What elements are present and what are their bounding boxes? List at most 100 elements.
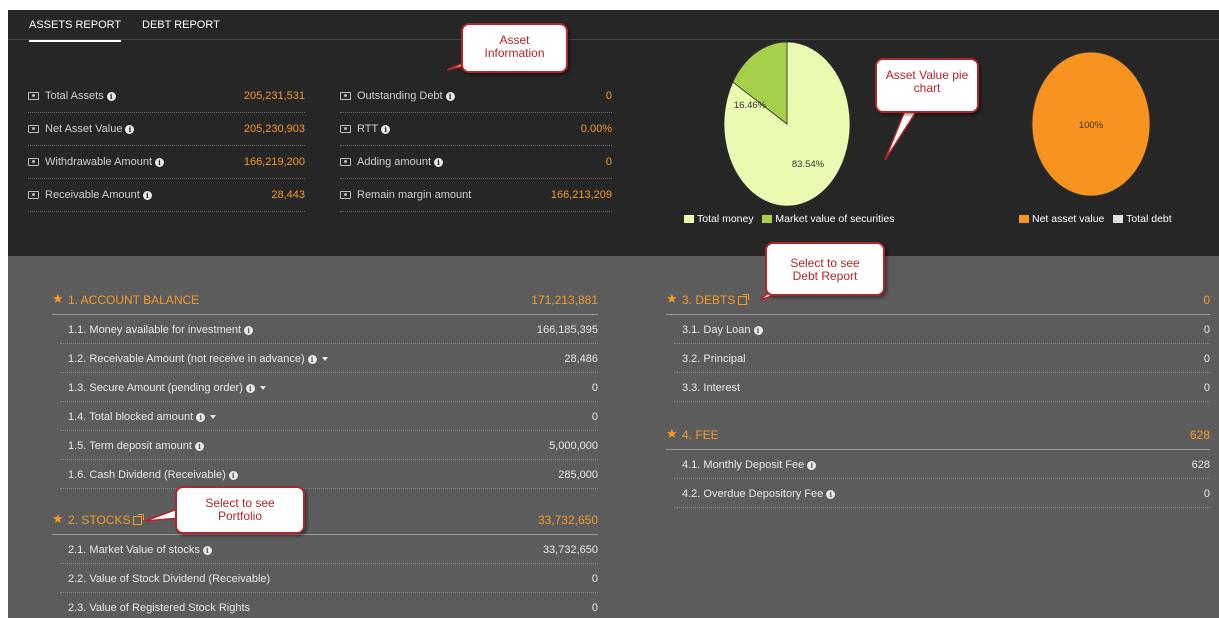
section-title: 4. FEE	[682, 428, 719, 442]
asset-info-left: Total Assets i 205,231,531 Net Asset Value i…	[28, 80, 305, 212]
row-value: 628	[1191, 459, 1210, 471]
info-icon[interactable]: i	[245, 384, 255, 393]
info-label: Total Assets	[45, 90, 104, 102]
row-label-wrap: 1.4. Total blocked amount i	[68, 411, 217, 423]
money-card-icon	[340, 191, 351, 199]
row-label: 2.3. Value of Registered Stock Rights	[68, 602, 251, 614]
caret-down-icon[interactable]	[321, 357, 328, 361]
info-label-wrap: Outstanding Debt i	[340, 90, 455, 102]
info-icon[interactable]: i	[307, 355, 317, 364]
report-tabs: ASSETS REPORT DEBT REPORT	[8, 10, 1219, 42]
row-label: 1.6. Cash Dividend (Receivable)	[68, 469, 226, 481]
row-label-wrap: 2.3. Value of Registered Stock Rights	[68, 602, 250, 614]
row-2-1-market-value-of-stocks: 2.1. Market Value of stocks i 33,732,650	[60, 535, 598, 564]
external-link-icon[interactable]	[738, 294, 750, 305]
info-icon[interactable]: i	[434, 158, 443, 167]
section-title[interactable]: 2. STOCKS	[68, 513, 145, 527]
info-icon[interactable]: i	[826, 490, 836, 499]
info-icon[interactable]: i	[445, 92, 455, 101]
info-row-withdrawable-amount: Withdrawable Amount i 166,219,200	[28, 146, 305, 179]
asset-info-right: Outstanding Debt i 0 RTT i 0.00% Adding amount…	[340, 80, 612, 212]
info-label: Receivable Amount	[45, 189, 140, 201]
info-label: Withdrawable Amount	[45, 156, 152, 168]
row-label: 4.1. Monthly Deposit Fee	[682, 459, 805, 471]
row-label: 4.2. Overdue Depository Fee	[682, 488, 824, 500]
row-label-wrap: 1.3. Secure Amount (pending order) i	[68, 382, 266, 394]
external-link-icon[interactable]	[133, 514, 145, 525]
info-label-wrap: Total Assets i	[28, 90, 116, 102]
section-total: 171,213,881	[531, 293, 598, 307]
pie-label-market-value-of-securities: 16.46%	[734, 100, 767, 111]
callout-portfolio: Select to see Portfolio	[175, 486, 305, 534]
section-header-account_balance: ★ 1. ACCOUNT BALANCE 171,213,881	[52, 285, 598, 315]
section-title: 1. ACCOUNT BALANCE	[68, 293, 199, 307]
row-label-wrap: 4.1. Monthly Deposit Fee i	[682, 459, 817, 471]
money-card-icon	[340, 158, 351, 166]
section-title-text: 1. ACCOUNT BALANCE	[68, 293, 200, 307]
row-value: 0	[1203, 488, 1210, 500]
caret-down-icon[interactable]	[259, 386, 266, 390]
info-icon[interactable]: i	[228, 471, 238, 480]
info-icon[interactable]: i	[106, 92, 116, 101]
section-title[interactable]: 3. DEBTS	[682, 293, 750, 307]
row-label-wrap: 1.2. Receivable Amount (not receive in a…	[68, 353, 328, 365]
section-title-text: 4. FEE	[682, 428, 719, 442]
row-1-2-receivable-amount-not-receive-in-advance: 1.2. Receivable Amount (not receive in a…	[60, 344, 598, 373]
star-icon: ★	[52, 511, 64, 526]
caret-down-icon[interactable]	[210, 415, 217, 419]
callout-portfolio-text: Select to see Portfolio	[205, 496, 275, 523]
legend-swatch-total-debt	[1113, 215, 1124, 223]
info-icon[interactable]: i	[753, 326, 763, 335]
row-value: 0	[591, 573, 598, 585]
info-label: Adding amount	[357, 156, 431, 168]
info-icon[interactable]: i	[196, 413, 206, 422]
tab-assets-report[interactable]: ASSETS REPORT	[29, 19, 122, 42]
info-label: RTT	[357, 123, 379, 135]
row-label-wrap: 3.2. Principal	[682, 353, 746, 365]
row-value: 0	[591, 382, 598, 394]
row-label: 2.1. Market Value of stocks	[68, 544, 200, 556]
info-label-wrap: Withdrawable Amount i	[28, 156, 164, 168]
info-icon[interactable]: i	[807, 461, 817, 470]
info-icon[interactable]: i	[155, 158, 164, 167]
section-title-text: 3. DEBTS	[682, 293, 736, 307]
row-label-wrap: 1.5. Term deposit amount i	[68, 440, 204, 452]
nav-pie-chart: 100%	[1031, 51, 1151, 199]
row-2-3-value-of-registered-stock-rights: 2.3. Value of Registered Stock Rights 0	[60, 593, 598, 618]
info-label-wrap: Remain margin amount	[340, 189, 471, 201]
info-icon[interactable]: i	[125, 125, 135, 134]
row-label-wrap: 1.6. Cash Dividend (Receivable) i	[68, 469, 238, 481]
info-value: 205,230,903	[243, 123, 305, 135]
money-card-icon	[28, 125, 39, 133]
info-icon[interactable]: i	[202, 546, 212, 555]
info-icon[interactable]: i	[194, 442, 204, 451]
info-icon[interactable]: i	[142, 191, 152, 200]
row-label: 1.2. Receivable Amount (not receive in a…	[68, 353, 305, 365]
asset-pie-svg: 83.54% 16.46%	[723, 41, 851, 207]
tab-debt-report[interactable]: DEBT REPORT	[142, 19, 220, 31]
info-value: 0	[605, 90, 612, 102]
row-1-5-term-deposit-amount: 1.5. Term deposit amount i 5,000,000	[60, 431, 598, 460]
section-fee: ★ 4. FEE 628 4.1. Monthly Deposit Fee i 628 4.…	[666, 420, 1210, 508]
info-icon[interactable]: i	[381, 125, 391, 134]
row-label: 3.3. Interest	[682, 382, 741, 394]
section-header-fee: ★ 4. FEE 628	[666, 420, 1210, 450]
row-value: 0	[1203, 324, 1210, 336]
section-header-stocks[interactable]: ★ 2. STOCKS 33,732,650	[52, 505, 598, 535]
info-label-wrap: Adding amount i	[340, 156, 443, 168]
row-value: 0	[591, 602, 598, 614]
callout-asset-information: Asset Information	[461, 23, 568, 73]
asset-pie-chart: 83.54% 16.46%	[717, 41, 857, 209]
section-header-debts[interactable]: ★ 3. DEBTS 0	[666, 285, 1210, 315]
legend-market-value: Market value of securities	[775, 213, 895, 225]
row-value: 0	[591, 411, 598, 423]
info-row-receivable-amount: Receivable Amount i 28,443	[28, 179, 305, 212]
row-label: 2.2. Value of Stock Dividend (Receivable…	[68, 573, 271, 585]
info-label-wrap: RTT i	[340, 123, 391, 135]
row-label-wrap: 2.2. Value of Stock Dividend (Receivable…	[68, 573, 270, 585]
money-card-icon	[28, 158, 39, 166]
row-4-1-monthly-deposit-fee: 4.1. Monthly Deposit Fee i 628	[674, 450, 1210, 479]
info-value: 0	[605, 156, 612, 168]
info-icon[interactable]: i	[244, 326, 254, 335]
row-label: 3.2. Principal	[682, 353, 746, 365]
